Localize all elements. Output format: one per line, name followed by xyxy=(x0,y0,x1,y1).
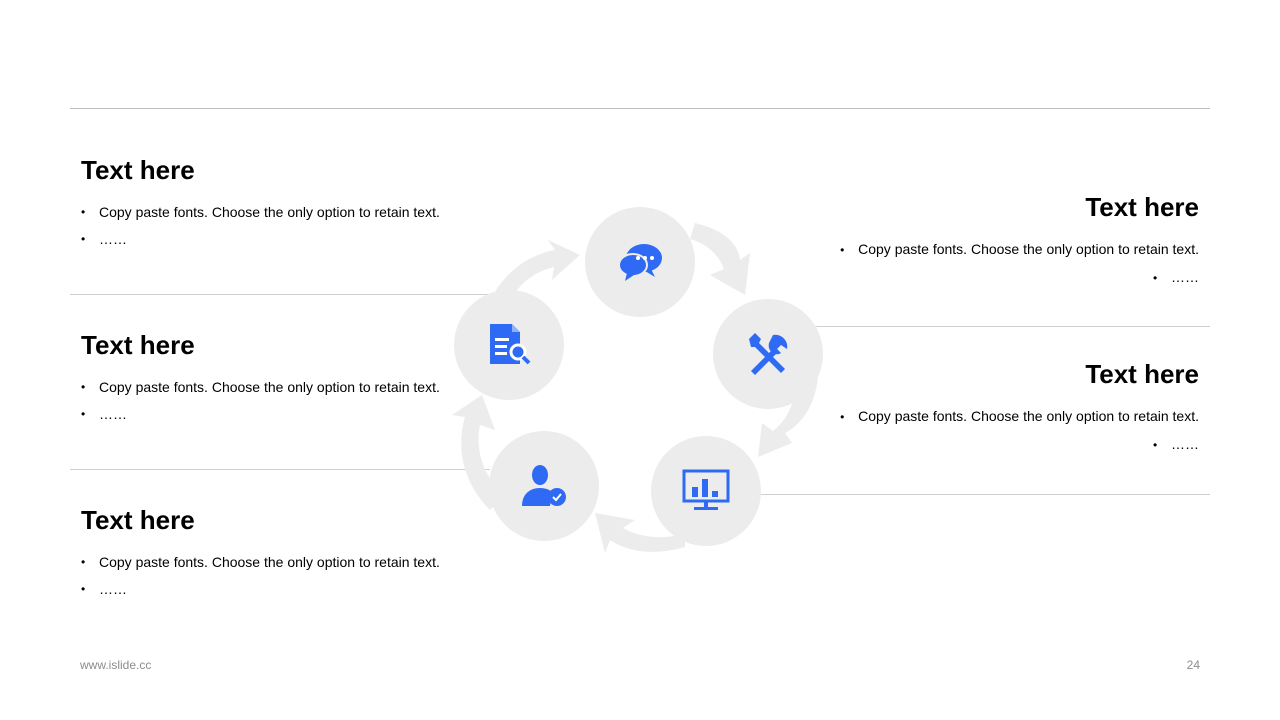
tools-node xyxy=(713,299,823,409)
bullet-list: Copy paste fonts. Choose the only option… xyxy=(81,374,501,428)
bullet-item: Copy paste fonts. Choose the only option… xyxy=(81,549,501,576)
cycle-diagram xyxy=(440,195,840,565)
page-number: 24 xyxy=(1186,658,1200,672)
bullet-item: •…… xyxy=(1153,436,1199,452)
top-divider xyxy=(70,108,1210,109)
chart-node xyxy=(651,436,761,546)
bullet-item: Copy paste fonts. Choose the only option… xyxy=(81,199,501,226)
bullet-item: Copy paste fonts. Choose the only option… xyxy=(81,374,501,401)
tools-icon xyxy=(745,331,791,377)
block-title: Text here xyxy=(81,155,195,185)
bullet-item: • Copy paste fonts. Choose the only optio… xyxy=(840,408,1199,424)
bullet-list: Copy paste fonts. Choose the only option… xyxy=(81,199,501,253)
left-block-3: Text here Copy paste fonts. Choose the o… xyxy=(81,505,501,603)
document-node xyxy=(454,290,564,400)
chat-icon xyxy=(617,241,663,283)
document-search-icon xyxy=(486,322,532,368)
bullet-list: • Copy paste fonts. Choose the only optio… xyxy=(779,403,1199,459)
bullet-list: • Copy paste fonts. Choose the only optio… xyxy=(779,236,1199,292)
bullet-item: …… xyxy=(81,226,501,253)
right-block-1: Text here • Copy paste fonts. Choose the … xyxy=(779,192,1199,292)
block-title: Text here xyxy=(1085,192,1199,222)
bullet-item: •…… xyxy=(1153,269,1199,285)
bullet-item: …… xyxy=(81,576,501,603)
footer-website: www.islide.cc xyxy=(80,658,152,672)
chat-node xyxy=(585,207,695,317)
bullet-item: • Copy paste fonts. Choose the only optio… xyxy=(840,241,1199,257)
user-node xyxy=(489,431,599,541)
bullet-item: …… xyxy=(81,401,501,428)
chart-monitor-icon xyxy=(682,469,730,513)
user-check-icon xyxy=(520,464,568,508)
left-divider-1 xyxy=(70,294,490,295)
bullet-list: Copy paste fonts. Choose the only option… xyxy=(81,549,501,603)
right-divider-1 xyxy=(790,326,1210,327)
block-title: Text here xyxy=(81,330,195,360)
right-block-2: Text here • Copy paste fonts. Choose the … xyxy=(779,359,1199,459)
left-block-1: Text here Copy paste fonts. Choose the o… xyxy=(81,155,501,253)
left-block-2: Text here Copy paste fonts. Choose the o… xyxy=(81,330,501,428)
block-title: Text here xyxy=(1085,359,1199,389)
block-title: Text here xyxy=(81,505,195,535)
left-divider-2 xyxy=(70,469,490,470)
